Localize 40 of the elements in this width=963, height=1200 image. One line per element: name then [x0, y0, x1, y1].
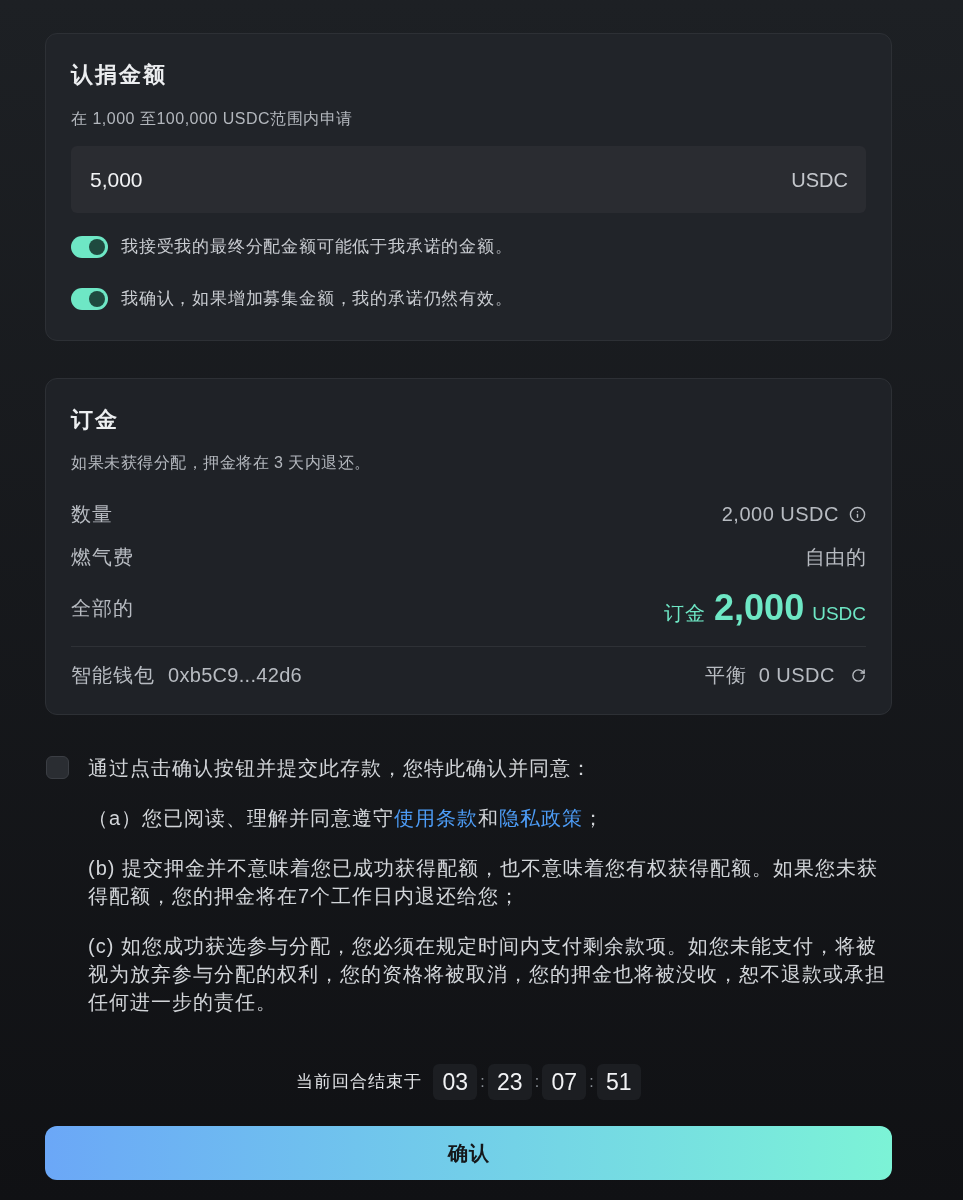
checkbox[interactable]: [46, 756, 69, 779]
refresh-icon[interactable]: [851, 667, 866, 683]
row-label: 数量: [71, 502, 113, 526]
amount-field[interactable]: 5,000 USDC: [71, 146, 866, 213]
time-separator: :: [534, 1072, 540, 1092]
document-link[interactable]: 使用条款: [394, 807, 479, 829]
deposit-hint: 如果未获得分配，押金将在 3 天内退还。: [71, 453, 371, 473]
row-label: 全部的: [71, 596, 134, 620]
balance-value: 0 USDC: [758, 663, 835, 687]
toggle-switch[interactable]: [71, 288, 108, 310]
toggle-label: 我确认，如果增加募集金额，我的承诺仍然有效。: [121, 288, 513, 310]
card-title: 认捐金额: [71, 61, 167, 89]
row-label: 燃气费: [71, 545, 134, 569]
agreement-clause: (b) 提交押金并不意味着您已成功获得配额，也不意味着您有权获得配额。如果您未获得配额，您的押金将在7个工作日内退还给您；: [88, 856, 879, 909]
agreement-clause: (c) 如您成功获选参与分配，您必须在规定时间内支付剩余款项。如您未能支付，将被视为放弃参与分配的权利，您的资格将被取消，您的押金也将被没收，恕不退款或承担任何进一步的责任。: [88, 934, 887, 1015]
time-segment: 23: [487, 1064, 532, 1100]
countdown-label: 当前回合结束于: [296, 1071, 423, 1093]
time-segment: 07: [542, 1064, 587, 1100]
currency-unit: USDC: [812, 602, 866, 626]
toggle-switch[interactable]: [71, 236, 108, 258]
wallet-label: 智能钱包: [71, 663, 155, 687]
time-separator: :: [480, 1072, 485, 1092]
time-separator: :: [589, 1072, 594, 1092]
agreement-clause: （a）您已阅读、理解并同意遵守使用条款和隐私政策；: [88, 806, 606, 831]
total-amount: 2,000: [714, 588, 805, 628]
document-link[interactable]: 隐私政策: [499, 807, 584, 829]
time-segment: 03: [433, 1064, 478, 1100]
row-value: 2,000 USDC: [721, 502, 839, 526]
amount-hint: 在 1,000 至100,000 USDC范围内申请: [71, 109, 353, 129]
wallet-address: 0xb5C9...42d6: [168, 663, 302, 687]
time-segment: 51: [596, 1064, 641, 1100]
info-icon[interactable]: [849, 505, 866, 523]
confirm-button[interactable]: 确认: [45, 1126, 892, 1180]
card-title: 订金: [71, 406, 119, 434]
balance-label: 平衡: [704, 663, 747, 687]
deposit-label: 订金: [664, 601, 707, 625]
row-value: 自由的: [804, 545, 866, 569]
toggle-label: 我接受我的最终分配金额可能低于我承诺的金额。: [121, 236, 513, 258]
currency-unit: USDC: [791, 167, 848, 193]
agreement-intro: 通过点击确认按钮并提交此存款，您特此确认并同意：: [88, 756, 592, 781]
